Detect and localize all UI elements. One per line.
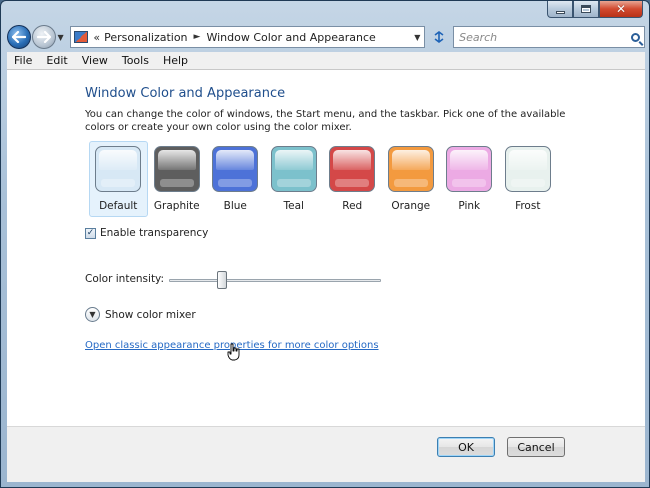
swatch-label: Blue	[223, 200, 247, 212]
color-mixer-label[interactable]: Show color mixer	[105, 309, 196, 321]
minimize-button[interactable]	[547, 1, 573, 18]
hand-cursor-icon	[227, 343, 240, 361]
caption-buttons: ✕	[547, 1, 643, 18]
swatch-color	[95, 146, 142, 192]
menu-edit[interactable]: Edit	[39, 52, 74, 70]
swatch-label: Frost	[515, 200, 541, 212]
intensity-slider[interactable]	[169, 270, 381, 290]
search-box[interactable]: Search	[453, 26, 645, 48]
swatch-red[interactable]: Red	[323, 141, 382, 217]
swatch-color	[212, 146, 259, 192]
search-input[interactable]: Search	[459, 31, 497, 44]
window: ✕ ▼ « Personalization ► Window Color and…	[0, 0, 650, 488]
breadcrumb-personalization[interactable]: Personalization	[104, 31, 187, 44]
cancel-button[interactable]: Cancel	[507, 437, 565, 457]
ok-button[interactable]: OK	[437, 437, 495, 457]
page-description: You can change the color of windows, the…	[85, 109, 566, 133]
swatch-color	[329, 146, 376, 192]
close-icon: ✕	[615, 2, 627, 16]
refresh-button[interactable]	[428, 26, 450, 48]
swatch-orange[interactable]: Orange	[382, 141, 441, 217]
swatch-teal[interactable]: Teal	[265, 141, 324, 217]
menu-bar: File Edit View Tools Help	[7, 52, 645, 70]
transparency-checkbox[interactable]: ✓	[85, 227, 96, 239]
swatch-color	[504, 146, 551, 192]
address-overflow-chevron[interactable]: «	[93, 31, 100, 44]
transparency-option[interactable]: ✓ Enable transparency	[85, 227, 208, 239]
search-icon[interactable]	[626, 27, 644, 47]
menu-help[interactable]: Help	[156, 52, 195, 70]
color-swatches: Default Graphite Blue Teal Red Orange Pi…	[89, 141, 557, 217]
swatch-label: Pink	[458, 200, 481, 212]
intensity-label: Color intensity:	[85, 273, 165, 285]
menu-view[interactable]: View	[75, 52, 115, 70]
swatch-label: Red	[342, 200, 363, 212]
maximize-button[interactable]	[573, 1, 599, 18]
address-dropdown-icon[interactable]: ▼	[410, 33, 424, 42]
page-title: Window Color and Appearance	[85, 86, 286, 101]
content-pane: Window Color and Appearance You can chan…	[7, 70, 645, 426]
back-button[interactable]	[7, 25, 31, 49]
swatch-label: Teal	[283, 200, 304, 212]
chevron-down-icon[interactable]: ▼	[85, 307, 100, 322]
slider-track[interactable]	[169, 279, 381, 282]
menu-tools[interactable]: Tools	[115, 52, 156, 70]
recent-pages-dropdown[interactable]: ▼	[58, 33, 68, 42]
swatch-color	[387, 146, 434, 192]
footer-bar: OK Cancel	[7, 426, 645, 482]
swatch-label: Default	[99, 200, 138, 212]
swatch-color	[153, 146, 200, 192]
swatch-default[interactable]: Default	[89, 141, 148, 217]
menu-file[interactable]: File	[7, 52, 39, 70]
swatch-graphite[interactable]: Graphite	[148, 141, 207, 217]
slider-thumb[interactable]	[217, 271, 228, 289]
forward-button[interactable]	[31, 25, 56, 49]
swatch-color	[270, 146, 317, 192]
close-button[interactable]: ✕	[599, 1, 643, 18]
swatch-pink[interactable]: Pink	[440, 141, 499, 217]
refresh-icon	[434, 31, 444, 43]
address-bar[interactable]: « Personalization ► Window Color and App…	[70, 26, 426, 48]
maximize-icon	[581, 5, 591, 13]
navigation-bar: ▼ « Personalization ► Window Color and A…	[7, 25, 645, 49]
breadcrumb-separator-icon[interactable]: ►	[194, 32, 201, 42]
transparency-label[interactable]: Enable transparency	[100, 227, 208, 239]
breadcrumb-window-color[interactable]: Window Color and Appearance	[206, 31, 375, 44]
swatch-label: Orange	[391, 200, 431, 212]
forward-arrow-icon	[36, 31, 51, 43]
control-panel-icon	[74, 31, 89, 43]
back-arrow-icon	[11, 31, 26, 43]
swatch-label: Graphite	[153, 200, 200, 212]
minimize-icon	[555, 10, 565, 14]
swatch-color	[446, 146, 493, 192]
color-mixer-toggle[interactable]: ▼ Show color mixer	[85, 307, 196, 322]
swatch-blue[interactable]: Blue	[206, 141, 265, 217]
swatch-frost[interactable]: Frost	[499, 141, 558, 217]
